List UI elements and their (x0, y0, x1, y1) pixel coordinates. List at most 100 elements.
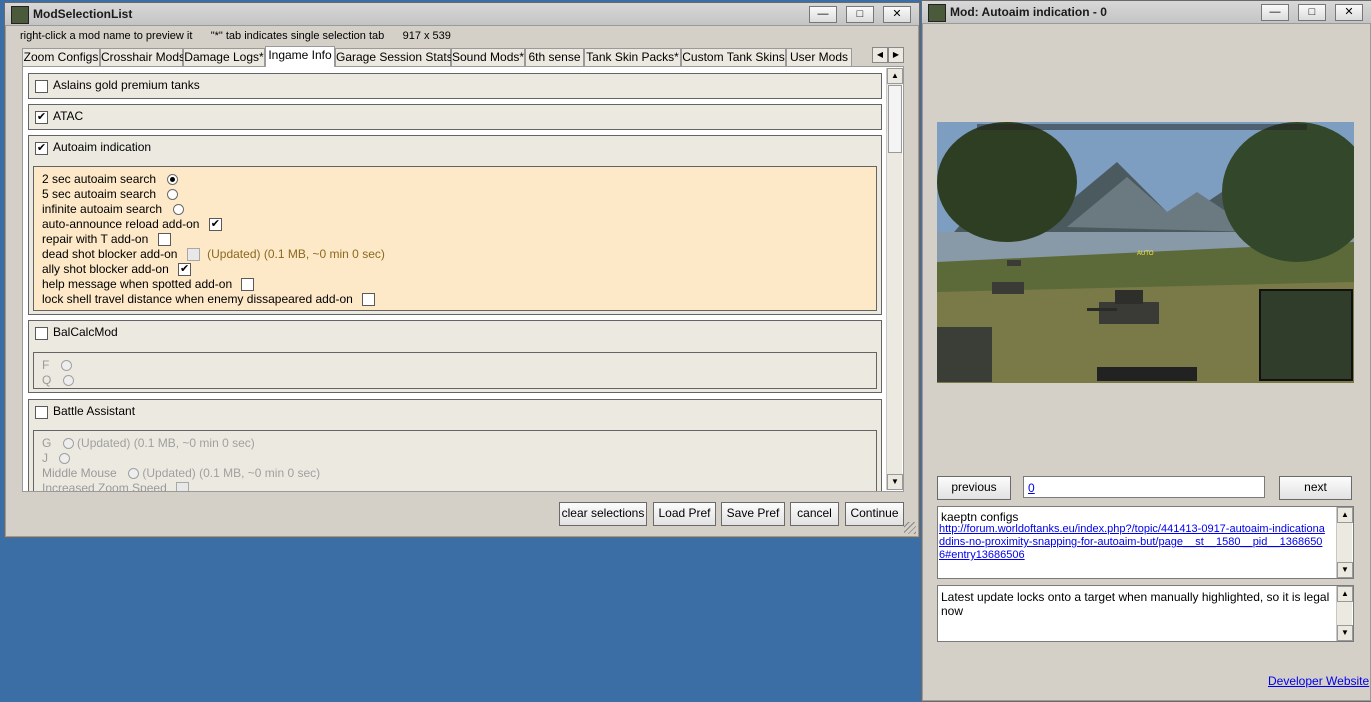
scroll-up-icon[interactable]: ▲ (1337, 507, 1353, 523)
option-checkbox[interactable] (176, 482, 190, 491)
option-radio[interactable] (60, 360, 72, 372)
tab-tank-skin-packs[interactable]: Tank Skin Packs* (584, 48, 681, 66)
option-radio[interactable] (128, 468, 140, 480)
option-label: Q (42, 373, 52, 387)
mod-checkbox[interactable] (35, 406, 48, 420)
mod-header[interactable]: ✔ ATAC (35, 109, 83, 125)
option-row[interactable]: help message when spotted add-on (42, 277, 255, 292)
continue-button[interactable]: Continue (845, 502, 904, 526)
option-row[interactable]: infinite autoaim search (42, 202, 185, 216)
mod-header[interactable]: Battle Assistant (35, 404, 135, 420)
tab-user-mods[interactable]: User Mods (786, 48, 852, 66)
option-radio[interactable] (59, 453, 71, 465)
scroll-up-icon[interactable]: ▲ (1337, 586, 1353, 602)
tab-custom-tank-skins[interactable]: Custom Tank Skins (681, 48, 786, 66)
option-row[interactable]: ally shot blocker add-on ✔ (42, 262, 192, 277)
option-checkbox[interactable] (241, 278, 255, 292)
tab-scroll-left-icon[interactable]: ◀ (872, 47, 888, 63)
tab-ingame-info[interactable]: Ingame Info (265, 46, 335, 67)
preview-index-link[interactable]: 0 (1028, 481, 1035, 495)
option-checkbox[interactable] (362, 293, 376, 307)
preview-title: Mod: Autoaim indication - 0 (950, 5, 1107, 19)
close-button[interactable]: ✕ (883, 6, 911, 23)
option-row[interactable]: G (Updated) (0.1 MB, ~0 min 0 sec) (42, 436, 255, 450)
tab-crosshair-mods[interactable]: Crosshair Mods (100, 48, 185, 66)
mod-label[interactable]: Autoaim indication (53, 140, 151, 154)
tab-scroll-right-icon[interactable]: ▶ (888, 47, 904, 63)
scroll-down-icon[interactable]: ▼ (1337, 562, 1353, 578)
mod-header[interactable]: ✔ Autoaim indication (35, 140, 151, 156)
scroll-down-icon[interactable]: ▼ (887, 474, 903, 490)
maximize-button[interactable]: □ (846, 6, 874, 23)
mod-checkbox[interactable]: ✔ (35, 142, 48, 156)
option-checkbox[interactable]: ✔ (178, 263, 192, 277)
tab-sound-mods[interactable]: Sound Mods* (451, 48, 525, 66)
option-row[interactable]: auto-announce reload add-on ✔ (42, 217, 222, 232)
scroll-thumb[interactable] (888, 85, 902, 153)
scroll-up-icon[interactable]: ▲ (887, 68, 903, 84)
cancel-button[interactable]: cancel (790, 502, 839, 526)
description-box[interactable]: Latest update locks onto a target when m… (937, 585, 1354, 642)
mods-scrollbar[interactable]: ▲ ▼ (886, 68, 903, 490)
option-label: help message when spotted add-on (42, 277, 233, 291)
option-label: auto-announce reload add-on (42, 217, 200, 231)
option-label: F (42, 358, 50, 372)
option-row[interactable]: F (42, 358, 72, 372)
option-checkbox[interactable] (186, 248, 200, 262)
option-row[interactable]: Q (42, 373, 74, 387)
mod-checkbox[interactable]: ✔ (35, 111, 48, 125)
mod-preview-screenshot: AUTO (937, 122, 1354, 383)
option-label: 2 sec autoaim search (42, 172, 157, 186)
next-button[interactable]: next (1279, 476, 1352, 500)
option-radio[interactable] (167, 174, 179, 186)
mod-label[interactable]: ATAC (53, 109, 83, 123)
option-row[interactable]: dead shot blocker add-on (Updated) (0.1 … (42, 247, 385, 262)
mod-checkbox[interactable] (35, 80, 48, 94)
option-row[interactable]: J (42, 451, 71, 465)
option-checkbox[interactable] (157, 233, 171, 247)
option-row[interactable]: Middle Mouse (Updated) (0.1 MB, ~0 min 0… (42, 466, 320, 480)
option-row[interactable]: Increased Zoom Speed (42, 481, 190, 491)
close-button[interactable]: ✕ (1335, 4, 1363, 21)
mod-options-box: 2 sec autoaim search 5 sec autoaim searc… (33, 166, 877, 311)
preview-index-field[interactable]: 0 (1023, 476, 1265, 498)
option-radio[interactable] (167, 189, 179, 201)
title-bar[interactable]: ModSelectionList — □ ✕ (5, 3, 919, 26)
tab-damage-logs[interactable]: Damage Logs* (183, 48, 265, 66)
description-scrollbar[interactable]: ▲ ▼ (1336, 586, 1353, 641)
minimize-button[interactable]: — (1261, 4, 1289, 21)
option-checkbox[interactable]: ✔ (208, 218, 222, 232)
mod-label[interactable]: Battle Assistant (53, 404, 135, 418)
save-pref-button[interactable]: Save Pref (721, 502, 785, 526)
preview-title-bar[interactable]: Mod: Autoaim indication - 0 — □ ✕ (922, 1, 1371, 24)
option-row[interactable]: 5 sec autoaim search (42, 187, 179, 201)
clear-selections-button[interactable]: clear selections (559, 502, 647, 526)
author-scrollbar[interactable]: ▲ ▼ (1336, 507, 1353, 578)
author-info-box[interactable]: kaeptn configs http://forum.worldoftanks… (937, 506, 1354, 579)
previous-button[interactable]: previous (937, 476, 1011, 500)
load-pref-button[interactable]: Load Pref (653, 502, 716, 526)
option-row[interactable]: 2 sec autoaim search (42, 172, 179, 186)
app-icon (928, 4, 946, 22)
maximize-button[interactable]: □ (1298, 4, 1326, 21)
forum-link[interactable]: http://forum.worldoftanks.eu/index.php?/… (939, 523, 1327, 562)
option-row[interactable]: lock shell travel distance when enemy di… (42, 292, 376, 307)
tab-6th-sense[interactable]: 6th sense (525, 48, 584, 66)
resize-grip-icon[interactable] (904, 522, 916, 534)
scroll-down-icon[interactable]: ▼ (1337, 625, 1353, 641)
option-label: dead shot blocker add-on (42, 247, 178, 261)
mod-header[interactable]: BalCalcMod (35, 325, 118, 341)
mod-checkbox[interactable] (35, 327, 48, 341)
mod-header[interactable]: Aslains gold premium tanks (35, 78, 200, 94)
mod-label[interactable]: Aslains gold premium tanks (53, 78, 200, 92)
option-radio[interactable] (173, 204, 185, 216)
developer-website-link[interactable]: Developer Website (1268, 674, 1369, 688)
minimize-button[interactable]: — (809, 6, 837, 23)
tab-zoom-configs[interactable]: Zoom Configs (22, 48, 100, 66)
mod-label[interactable]: BalCalcMod (53, 325, 118, 339)
mods-panel: Aslains gold premium tanks ✔ ATAC ✔ Auto… (22, 66, 904, 492)
option-row[interactable]: repair with T add-on (42, 232, 171, 247)
option-radio[interactable] (62, 375, 74, 387)
option-radio[interactable] (62, 438, 74, 450)
tab-garage-session-stats[interactable]: Garage Session Stats* (335, 48, 457, 66)
